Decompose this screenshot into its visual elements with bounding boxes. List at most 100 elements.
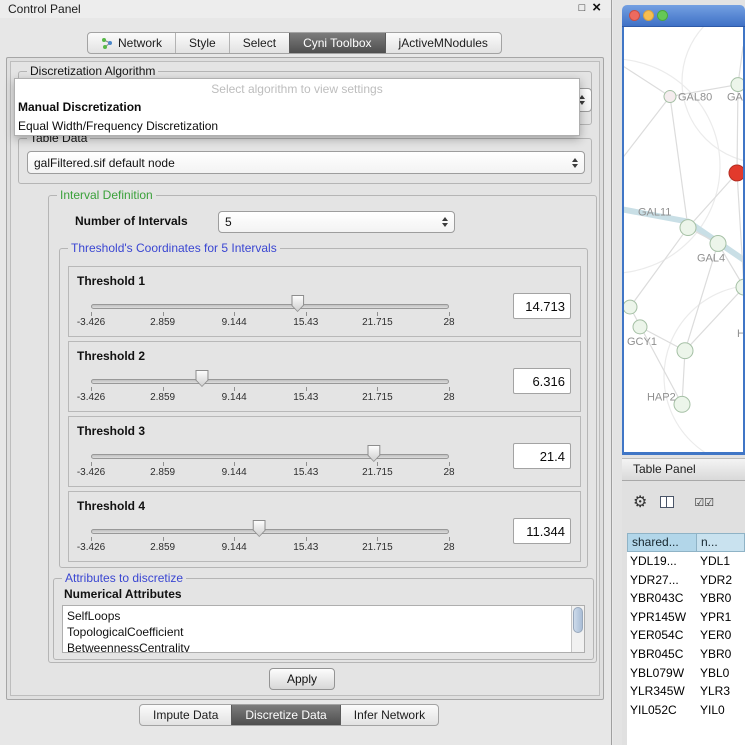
tab-select[interactable]: Select bbox=[229, 33, 289, 53]
slider-track[interactable] bbox=[91, 379, 449, 384]
network-node[interactable] bbox=[680, 220, 696, 236]
table-row[interactable]: YDL19...YDL1 bbox=[627, 552, 745, 571]
cell-name[interactable]: YBR0 bbox=[697, 589, 745, 608]
menu-item-manual-discretization[interactable]: Manual Discretization bbox=[15, 98, 579, 117]
network-edge[interactable] bbox=[737, 173, 743, 287]
cell-name[interactable]: YBR0 bbox=[697, 645, 745, 664]
cell-shared-name[interactable]: YDR27... bbox=[627, 571, 697, 590]
threshold-value-input[interactable] bbox=[513, 518, 571, 544]
threshold-slider[interactable]: -3.4262.8599.14415.4321.71528 bbox=[83, 441, 457, 485]
tick-mark bbox=[163, 537, 164, 541]
columns-icon[interactable] bbox=[660, 496, 674, 508]
slider-track[interactable] bbox=[91, 529, 449, 534]
cell-shared-name[interactable]: YPR145W bbox=[627, 608, 697, 627]
table-row[interactable]: YPR145WYPR1 bbox=[627, 608, 745, 627]
network-node[interactable] bbox=[664, 91, 676, 103]
numerical-attributes-list[interactable]: SelfLoopsTopologicalCoefficientBetweenne… bbox=[62, 605, 585, 653]
column-header-name[interactable]: n... bbox=[697, 533, 745, 552]
tab-jactivemnodules[interactable]: jActiveMNodules bbox=[385, 33, 501, 53]
group-title: Discretization Algorithm bbox=[27, 64, 158, 78]
control-panel: Control Panel □ × Network bbox=[0, 0, 612, 745]
network-edge[interactable] bbox=[688, 173, 737, 228]
cell-name[interactable]: YBL0 bbox=[697, 664, 745, 683]
gear-icon[interactable]: ⚙ bbox=[633, 492, 647, 512]
cell-name[interactable]: YPR1 bbox=[697, 608, 745, 627]
cell-name[interactable]: YER0 bbox=[697, 626, 745, 645]
cell-shared-name[interactable]: YER054C bbox=[627, 626, 697, 645]
threshold-value-input[interactable] bbox=[513, 443, 571, 469]
table-row[interactable]: YDR27...YDR2 bbox=[627, 571, 745, 590]
network-edge[interactable] bbox=[670, 97, 688, 228]
float-window-icon[interactable]: □ bbox=[579, 2, 586, 14]
cell-name[interactable]: YIL0 bbox=[697, 701, 745, 720]
table-data-combobox-value: galFiltered.sif default node bbox=[34, 156, 175, 170]
network-node[interactable] bbox=[674, 396, 690, 412]
tab-impute-data[interactable]: Impute Data bbox=[140, 705, 231, 725]
attribute-list-item[interactable]: BetweennessCentrality bbox=[67, 640, 567, 652]
network-node[interactable] bbox=[729, 165, 743, 181]
apply-button[interactable]: Apply bbox=[269, 668, 335, 690]
slider-thumb[interactable] bbox=[367, 445, 380, 462]
network-edge[interactable] bbox=[685, 287, 743, 351]
table-row[interactable]: YER054CYER0 bbox=[627, 626, 745, 645]
network-edge[interactable] bbox=[624, 97, 670, 157]
tab-label: jActiveMNodules bbox=[399, 33, 488, 53]
cell-shared-name[interactable]: YBR045C bbox=[627, 645, 697, 664]
slider-track[interactable] bbox=[91, 454, 449, 459]
tab-infer-network[interactable]: Infer Network bbox=[340, 705, 438, 725]
network-node[interactable] bbox=[624, 300, 637, 314]
table-data-combobox[interactable]: galFiltered.sif default node bbox=[27, 151, 585, 174]
network-node[interactable] bbox=[677, 343, 693, 359]
table-panel-body: ⚙ ☑☑ shared... n... YDL19...YDL1YDR27...… bbox=[622, 481, 745, 745]
list-scrollbar[interactable] bbox=[571, 606, 584, 652]
cell-name[interactable]: YDL1 bbox=[697, 552, 745, 571]
network-node-label: GA bbox=[727, 92, 743, 104]
cell-shared-name[interactable]: YLR345W bbox=[627, 682, 697, 701]
threshold-slider[interactable]: -3.4262.8599.14415.4321.71528 bbox=[83, 291, 457, 335]
slider-thumb[interactable] bbox=[291, 295, 304, 312]
close-window-icon[interactable] bbox=[629, 10, 640, 21]
scrollbar-thumb[interactable] bbox=[573, 607, 583, 633]
threshold-value-input[interactable] bbox=[513, 368, 571, 394]
cell-shared-name[interactable]: YBL079W bbox=[627, 664, 697, 683]
network-node[interactable] bbox=[710, 236, 726, 252]
table-row[interactable]: YLR345WYLR3 bbox=[627, 682, 745, 701]
cell-shared-name[interactable]: YBR043C bbox=[627, 589, 697, 608]
network-node[interactable] bbox=[736, 279, 743, 295]
slider-track[interactable] bbox=[91, 304, 449, 309]
network-canvas[interactable]: GAL80GAGAL11GAL4GCY1HHAP2 bbox=[622, 27, 745, 455]
cell-name[interactable]: YLR3 bbox=[697, 682, 745, 701]
select-columns-checkboxes-icon[interactable]: ☑☑ bbox=[694, 496, 714, 509]
tick-mark bbox=[163, 312, 164, 316]
threshold-slider[interactable]: -3.4262.8599.14415.4321.71528 bbox=[83, 366, 457, 410]
menu-item-equal-width-frequency[interactable]: Equal Width/Frequency Discretization bbox=[15, 117, 579, 136]
cell-name[interactable]: YDR2 bbox=[697, 571, 745, 590]
thresholds-list: Threshold 1 -3.4262.8599.14415.4321.7152… bbox=[68, 266, 581, 566]
table-row[interactable]: YBR043CYBR0 bbox=[627, 589, 745, 608]
attribute-list-item[interactable]: SelfLoops bbox=[67, 608, 567, 624]
network-edge[interactable] bbox=[630, 228, 688, 307]
tab-discretize-data[interactable]: Discretize Data bbox=[231, 705, 339, 725]
threshold-value-input[interactable] bbox=[513, 293, 571, 319]
tab-style[interactable]: Style bbox=[175, 33, 229, 53]
threshold-slider[interactable]: -3.4262.8599.14415.4321.71528 bbox=[83, 516, 457, 560]
network-window-titlebar[interactable] bbox=[622, 5, 745, 27]
slider-thumb[interactable] bbox=[253, 520, 266, 537]
table-row[interactable]: YBR045CYBR0 bbox=[627, 645, 745, 664]
network-node[interactable] bbox=[731, 78, 743, 92]
cell-shared-name[interactable]: YDL19... bbox=[627, 552, 697, 571]
tick-label: 9.144 bbox=[222, 467, 247, 478]
minimize-window-icon[interactable] bbox=[643, 10, 654, 21]
column-header-shared-name[interactable]: shared... bbox=[627, 533, 697, 552]
zoom-window-icon[interactable] bbox=[657, 10, 668, 21]
tab-cyni-toolbox[interactable]: Cyni Toolbox bbox=[289, 33, 384, 53]
close-panel-icon[interactable]: × bbox=[592, 1, 601, 15]
table-row[interactable]: YIL052CYIL0 bbox=[627, 701, 745, 720]
cell-shared-name[interactable]: YIL052C bbox=[627, 701, 697, 720]
table-row[interactable]: YBL079WYBL0 bbox=[627, 664, 745, 683]
slider-thumb[interactable] bbox=[195, 370, 208, 387]
network-node[interactable] bbox=[633, 320, 647, 334]
attribute-list-item[interactable]: TopologicalCoefficient bbox=[67, 624, 567, 640]
number-of-intervals-combobox[interactable]: 5 bbox=[218, 211, 455, 233]
tab-network[interactable]: Network bbox=[88, 33, 175, 53]
